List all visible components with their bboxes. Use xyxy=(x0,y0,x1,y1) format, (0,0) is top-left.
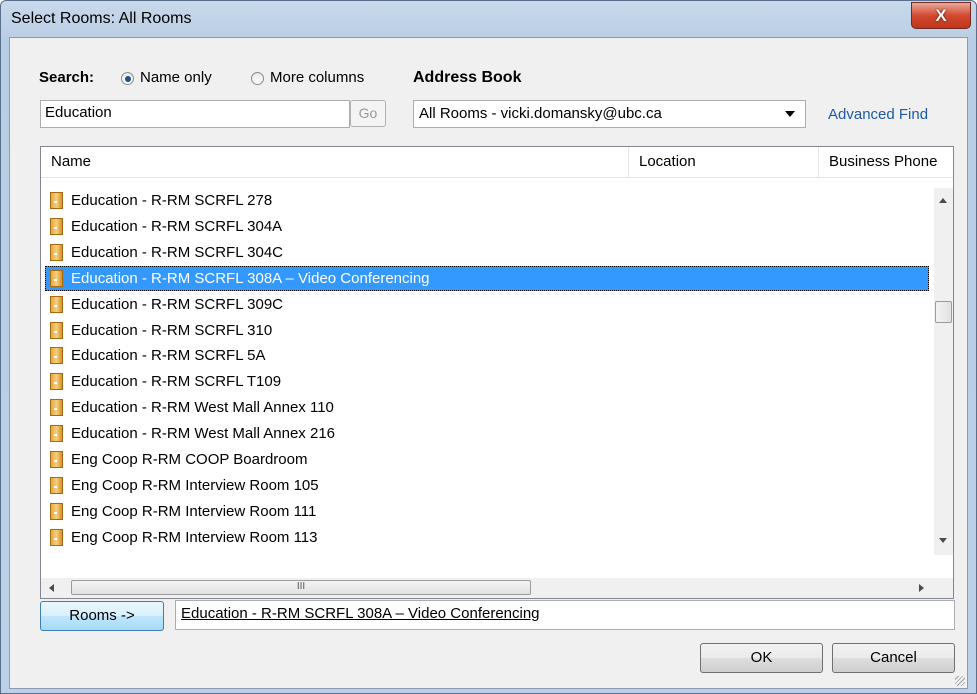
list-item-label: Eng Coop R-RM COOP Boardroom xyxy=(71,451,308,468)
list-item-label: Eng Coop R-RM Interview Room 115 xyxy=(71,551,318,556)
list-item[interactable]: Eng Coop R-RM Interview Room 105 xyxy=(45,473,929,498)
room-icon xyxy=(50,217,63,235)
room-icon xyxy=(50,528,63,546)
close-icon: X xyxy=(935,6,947,25)
scroll-right-icon[interactable] xyxy=(919,584,924,592)
column-business-phone[interactable]: Business Phone xyxy=(819,147,953,177)
list-item[interactable]: Education - R-RM SCRFL 309C xyxy=(45,292,929,317)
scroll-corner xyxy=(934,578,953,598)
title-bar[interactable]: Select Rooms: All Rooms X xyxy=(1,1,976,37)
column-name[interactable]: Name xyxy=(41,147,629,177)
room-icon xyxy=(50,321,63,339)
search-input[interactable]: Education xyxy=(40,100,350,128)
resize-grip-icon[interactable] xyxy=(955,676,965,686)
list-item[interactable]: Education - R-RM West Mall Annex 216 xyxy=(45,421,929,446)
room-icon xyxy=(50,373,63,391)
room-icon xyxy=(50,425,63,443)
list-item[interactable]: Education - R-RM SCRFL 310 xyxy=(45,318,929,343)
address-book-value: All Rooms - vicki.domansky@ubc.ca xyxy=(419,105,662,122)
list-item[interactable]: Education - R-RM SCRFL 278 xyxy=(45,188,929,213)
list-item-label: Education - R-RM SCRFL 5A xyxy=(71,347,266,365)
radio-more-columns-label[interactable]: More columns xyxy=(270,69,364,86)
list-item[interactable]: Education - R-RM SCRFL 304C xyxy=(45,240,929,265)
list-item[interactable]: Education - R-RM SCRFL 308A – Video Conf… xyxy=(45,265,929,291)
radio-name-only-label[interactable]: Name only xyxy=(140,69,212,86)
ok-button[interactable]: OK xyxy=(700,643,823,673)
list-item[interactable]: Eng Coop R-RM Interview Room 111 xyxy=(45,499,929,524)
list-item-label: Eng Coop R-RM Interview Room 111 xyxy=(71,502,317,520)
rooms-list: Name Location Business Phone Education -… xyxy=(40,146,954,599)
scroll-left-icon[interactable] xyxy=(49,584,54,592)
list-item[interactable]: Eng Coop R-RM COOP Boardroom xyxy=(45,447,929,472)
list-item-label: Eng Coop R-RM Interview Room 113 xyxy=(71,528,318,546)
radio-more-columns[interactable] xyxy=(251,72,264,85)
room-icon xyxy=(50,399,63,417)
list-item[interactable]: Education - R-RM SCRFL 304A xyxy=(45,214,929,239)
chevron-down-icon xyxy=(785,111,795,117)
dialog-window: Select Rooms: All Rooms X Search: Name o… xyxy=(0,0,977,694)
window-title: Select Rooms: All Rooms xyxy=(11,10,192,27)
rooms-field[interactable]: Education - R-RM SCRFL 308A – Video Conf… xyxy=(175,600,955,630)
vertical-scroll-thumb[interactable] xyxy=(935,301,952,323)
list-header: Name Location Business Phone xyxy=(41,147,953,178)
list-rows: Education - R-RM SCRFL 278 Education - R-… xyxy=(41,188,934,555)
radio-name-only[interactable] xyxy=(121,72,134,85)
list-item-label: Education - R-RM SCRFL 310 xyxy=(71,321,273,339)
list-item-label: Education - R-RM SCRFL 278 xyxy=(71,192,273,209)
room-icon xyxy=(50,502,63,520)
horizontal-scroll-thumb[interactable]: III xyxy=(71,580,531,595)
advanced-find-link[interactable]: Advanced Find xyxy=(828,106,928,123)
address-book-select[interactable]: All Rooms - vicki.domansky@ubc.ca xyxy=(413,100,806,128)
list-item[interactable]: Education - R-RM SCRFL 5A xyxy=(45,343,929,368)
list-item-label: Education - R-RM West Mall Annex 216 xyxy=(71,425,336,443)
go-button[interactable]: Go xyxy=(350,100,386,127)
scroll-up-icon[interactable] xyxy=(939,198,947,203)
room-icon xyxy=(50,243,63,261)
cancel-button[interactable]: Cancel xyxy=(832,643,955,673)
scroll-down-icon[interactable] xyxy=(939,538,947,543)
list-item[interactable]: Eng Coop R-RM Interview Room 113 xyxy=(45,525,929,550)
room-icon xyxy=(50,295,63,313)
search-label: Search: xyxy=(39,69,95,86)
list-item-label: Education - R-RM SCRFL 304A xyxy=(71,217,283,235)
room-icon xyxy=(50,476,63,494)
close-button[interactable]: X xyxy=(911,2,971,29)
dialog-body: Search: Name only More columns Address B… xyxy=(9,37,968,689)
list-item-label: Education - R-RM SCRFL 304C xyxy=(71,243,284,261)
rooms-button[interactable]: Rooms -> xyxy=(40,601,164,631)
list-item-label: Eng Coop R-RM Interview Room 105 xyxy=(71,476,319,494)
room-icon xyxy=(50,192,63,209)
list-item-label: Education - R-RM SCRFL T109 xyxy=(71,373,282,391)
room-icon xyxy=(50,269,63,287)
horizontal-scrollbar[interactable]: III xyxy=(41,578,934,598)
list-item[interactable]: Eng Coop R-RM Interview Room 115 xyxy=(45,551,929,555)
list-item-label: Education - R-RM SCRFL 309C xyxy=(71,295,284,313)
room-icon xyxy=(50,451,63,468)
list-item-label: Education - R-RM SCRFL 308A – Video Conf… xyxy=(71,269,430,287)
address-book-label: Address Book xyxy=(413,69,522,86)
vertical-scrollbar[interactable] xyxy=(934,188,953,555)
room-icon xyxy=(50,347,63,365)
column-location[interactable]: Location xyxy=(629,147,819,177)
list-item[interactable]: Education - R-RM West Mall Annex 110 xyxy=(45,395,929,420)
list-item-label: Education - R-RM West Mall Annex 110 xyxy=(71,399,334,417)
list-item[interactable]: Education - R-RM SCRFL T109 xyxy=(45,369,929,394)
